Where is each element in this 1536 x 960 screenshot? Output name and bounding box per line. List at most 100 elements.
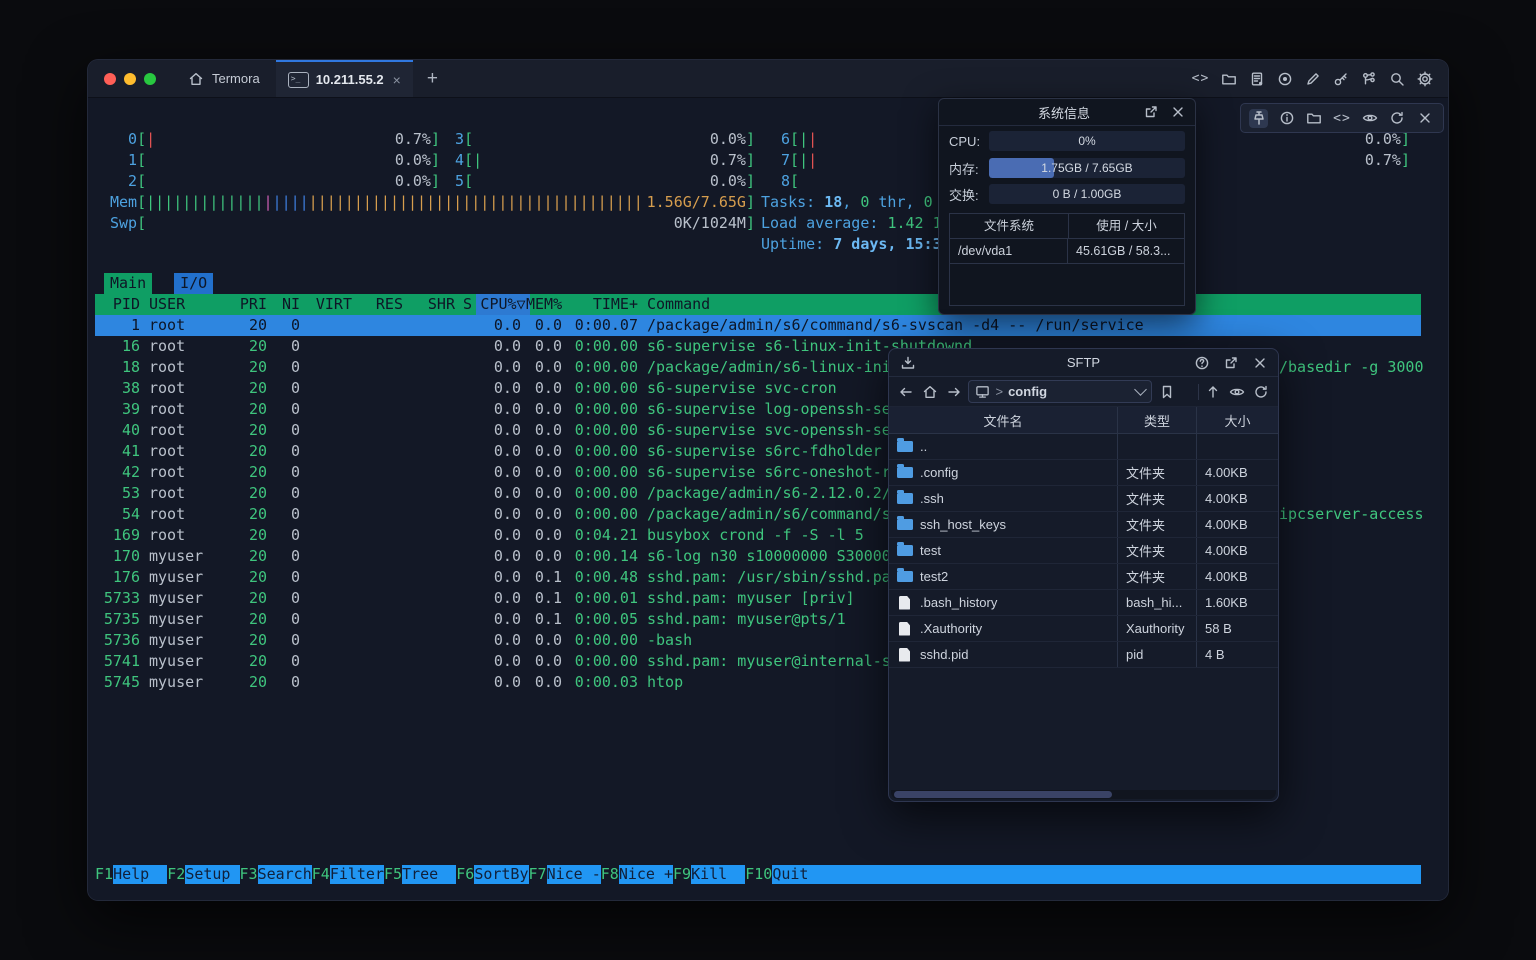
upload-icon[interactable] [1205,382,1223,401]
cpu-value: 0% [989,131,1185,151]
fn-label-f7[interactable]: Nice - [547,865,601,884]
sftp-title: SFTP [975,355,1192,370]
code-icon[interactable]: <> [1191,69,1210,88]
file-size: 4.00KB [1197,460,1278,485]
filesystem-row[interactable]: /dev/vda1 45.61GB / 58.3... [950,239,1184,264]
fn-key-f7[interactable]: F7 [529,865,547,884]
fn-label-f9[interactable]: Kill [691,865,745,884]
show-hidden-icon[interactable] [1228,382,1246,401]
tab-main[interactable]: Main [104,273,152,294]
search-icon[interactable] [1387,69,1406,88]
home-icon[interactable] [921,382,939,401]
file-row[interactable]: .bash_historybash_hi...1.60KB [889,590,1278,616]
col-virt[interactable]: VIRT [305,294,352,315]
col-type[interactable]: 类型 [1118,407,1197,433]
close-icon[interactable] [1250,353,1269,372]
fn-key-f4[interactable]: F4 [312,865,330,884]
zoom-window-button[interactable] [144,73,156,85]
memory-label: 内存: [949,159,989,178]
col-filename[interactable]: 文件名 [889,407,1118,433]
fn-key-f5[interactable]: F5 [384,865,402,884]
refresh-icon[interactable] [1388,109,1407,128]
fn-key-f6[interactable]: F6 [456,865,474,884]
edit-icon[interactable] [1303,69,1322,88]
folder-icon[interactable] [1305,109,1324,128]
fn-key-f3[interactable]: F3 [240,865,258,884]
fn-label-f6[interactable]: SortBy [474,865,528,884]
fn-key-f1[interactable]: F1 [95,865,113,884]
col-ni[interactable]: NI [272,294,300,315]
code-icon[interactable]: <> [1332,109,1351,128]
file-row[interactable]: .XauthorityXauthority58 B [889,616,1278,642]
col-time[interactable]: TIME+ [567,294,638,315]
cpu-progressbar: 0% [989,131,1185,151]
col-s[interactable]: S [463,294,477,315]
open-in-window-icon[interactable] [1141,103,1160,122]
scrollbar-thumb[interactable] [894,791,1112,798]
fn-key-f9[interactable]: F9 [673,865,691,884]
memory-value: 1.75GB / 7.65GB [989,158,1185,178]
gpu-icon[interactable] [1360,109,1379,128]
refresh-icon[interactable] [1252,382,1270,401]
col-user[interactable]: USER [149,294,234,315]
file-row[interactable]: test2文件夹4.00KB [889,564,1278,590]
close-icon[interactable] [1416,109,1435,128]
close-icon[interactable] [1168,103,1187,122]
process-table-header[interactable]: PIDUSERPRINIVIRTRESSHRSCPU%▽MEM%TIME+Com… [95,294,1421,315]
record-icon[interactable] [1275,69,1294,88]
chevron-down-icon[interactable] [1134,383,1147,396]
fn-label-f5[interactable]: Tree [402,865,456,884]
col-pid[interactable]: PID [95,294,140,315]
home-tab[interactable]: Termora [170,60,276,97]
file-row[interactable]: sshd.pidpid4 B [889,642,1278,668]
close-window-button[interactable] [104,73,116,85]
col-size[interactable]: 大小 [1197,407,1278,433]
process-row[interactable]: 1root20042400S0.00.00:00.07/package/admi… [95,315,1421,336]
keychain-icon[interactable] [1359,69,1378,88]
bookmark-icon[interactable] [1158,382,1176,401]
fn-key-f2[interactable]: F2 [167,865,185,884]
fn-label-f3[interactable]: Search [258,865,312,884]
file-row[interactable]: .config文件夹4.00KB [889,460,1278,486]
session-tab[interactable]: >_ 10.211.55.2 × [276,60,413,97]
fn-label-f2[interactable]: Setup [185,865,239,884]
pin-icon[interactable] [1249,109,1268,128]
horizontal-scrollbar[interactable] [891,790,1276,799]
folder-icon[interactable] [1219,69,1238,88]
tab-close-icon[interactable]: × [393,72,401,88]
file-size: 58 B [1197,616,1278,641]
col-res[interactable]: RES [357,294,403,315]
file-row[interactable]: .. [889,434,1278,460]
minimize-window-button[interactable] [124,73,136,85]
info-icon[interactable] [1277,109,1296,128]
file-row[interactable]: test文件夹4.00KB [889,538,1278,564]
new-tab-button[interactable]: + [413,60,452,97]
fn-label-f8[interactable]: Nice + [619,865,673,884]
fn-key-f10[interactable]: F10 [745,865,772,884]
download-icon[interactable] [898,353,917,372]
file-row[interactable]: .ssh文件夹4.00KB [889,486,1278,512]
forward-icon[interactable] [945,382,963,401]
col-pri[interactable]: PRI [234,294,267,315]
fn-label-f1[interactable]: Help [113,865,167,884]
fn-label-f10[interactable]: Quit [772,865,1421,884]
fn-key-f8[interactable]: F8 [601,865,619,884]
file-type: 文件夹 [1118,538,1197,563]
col-cpu[interactable]: CPU%▽ [476,294,530,315]
open-in-window-icon[interactable] [1221,353,1240,372]
fn-label-f4[interactable]: Filter [330,865,384,884]
sftp-table-header[interactable]: 文件名 类型 大小 [889,407,1278,434]
log-icon[interactable] [1247,69,1266,88]
col-mem[interactable]: MEM% [526,294,562,315]
col-shr[interactable]: SHR [408,294,455,315]
file-name: .. [920,439,927,454]
tab-io[interactable]: I/O [174,273,213,294]
file-name: .bash_history [920,595,997,610]
file-row[interactable]: ssh_host_keys文件夹4.00KB [889,512,1278,538]
path-breadcrumb[interactable]: > config [968,380,1152,403]
back-icon[interactable] [897,382,915,401]
help-icon[interactable] [1192,353,1211,372]
settings-icon[interactable] [1415,69,1434,88]
caret-down-icon[interactable] [1182,382,1191,401]
key-icon[interactable] [1331,69,1350,88]
